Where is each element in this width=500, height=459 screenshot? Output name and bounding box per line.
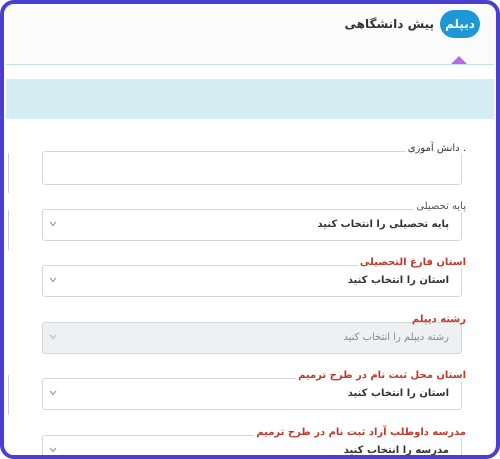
chevron-down-icon: [49, 334, 57, 340]
student-school-input[interactable]: [42, 151, 462, 185]
registration-province-select[interactable]: استان را انتخاب کنید: [42, 378, 462, 410]
form-panel: . دانش آموزی پایه تحصیلی را انتخاب کنید …: [6, 64, 494, 456]
window-frame: دیپلم پیش دانشگاهی . دانش آموزی پایه تحص…: [0, 0, 500, 459]
left-edge-fragment: [6, 375, 9, 415]
registration-province-label: استان محل ثبت نام در طرح ترمیم: [296, 370, 468, 381]
diploma-major-select[interactable]: رشته دیپلم را انتخاب کنید: [42, 322, 462, 354]
registration-province-value: استان را انتخاب کنید: [347, 388, 449, 399]
diploma-major-value: رشته دیپلم را انتخاب کنید: [343, 332, 449, 343]
student-school-label: . دانش آموزی: [405, 143, 468, 154]
left-edge-fragment: [6, 210, 9, 250]
tab-diploma[interactable]: دیپلم: [440, 10, 480, 38]
graduation-province-label: استان فارغ التحصیلی: [357, 257, 468, 268]
grade-label: پایه تحصیلی: [414, 201, 468, 212]
volunteer-school-label: مدرسه داوطلب آزاد ثبت نام در طرح ترمیم: [254, 427, 468, 438]
volunteer-school-value: مدرسه را انتخاب کنید: [343, 445, 449, 456]
grade-select[interactable]: پایه تحصیلی را انتخاب کنید: [42, 209, 462, 241]
graduation-province-value: استان را انتخاب کنید: [347, 275, 449, 286]
chevron-down-icon: [49, 390, 57, 396]
left-edge-fragment: [6, 153, 9, 193]
graduation-province-select[interactable]: استان را انتخاب کنید: [42, 265, 462, 297]
diploma-major-label: رشته دیپلم: [411, 314, 466, 325]
grade-value: پایه تحصیلی را انتخاب کنید: [317, 219, 449, 230]
panel-header: [6, 79, 494, 119]
tab-preuniversity[interactable]: پیش دانشگاهی: [342, 17, 434, 31]
top-bar: دیپلم پیش دانشگاهی: [4, 4, 496, 60]
chevron-down-icon: [49, 447, 57, 453]
volunteer-school-select[interactable]: مدرسه را انتخاب کنید: [42, 435, 462, 456]
chevron-down-icon: [49, 221, 57, 227]
chevron-down-icon: [49, 277, 57, 283]
